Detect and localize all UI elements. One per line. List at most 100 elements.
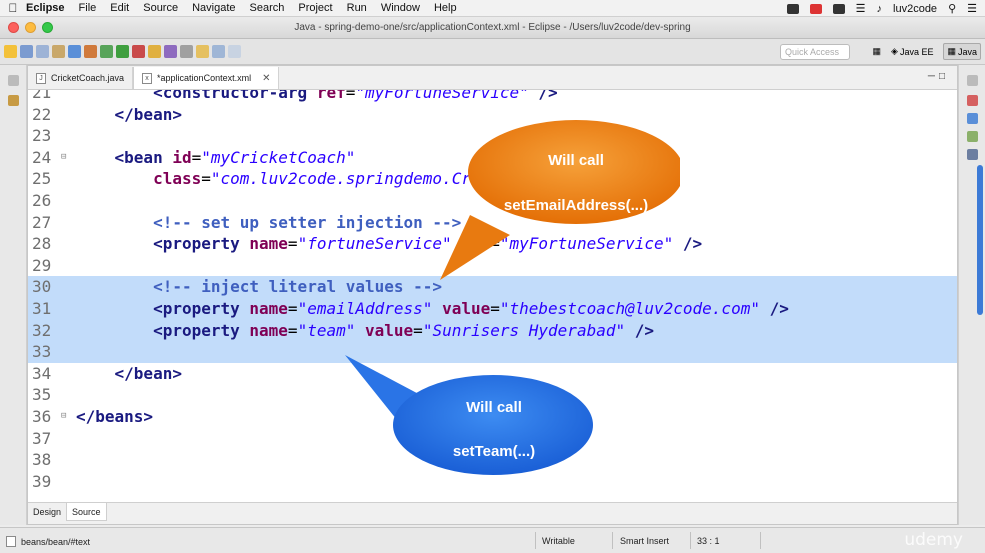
search-toolbar-icon[interactable] <box>180 45 193 58</box>
tray-screen-icon[interactable] <box>832 3 845 14</box>
perspective-java-label: Java <box>957 46 977 57</box>
server-icon[interactable] <box>84 45 97 58</box>
code-text: <property name="team" value="Sunrisers H… <box>76 320 654 342</box>
menu-run[interactable]: Run <box>347 2 367 14</box>
open-perspective-icon[interactable]: ▦ <box>873 46 882 57</box>
debug-icon[interactable] <box>100 45 113 58</box>
print-icon[interactable] <box>52 45 65 58</box>
save-icon[interactable] <box>20 45 33 58</box>
token-tag: /> <box>759 299 789 318</box>
status-divider <box>535 532 536 549</box>
menu-window[interactable]: Window <box>381 2 420 14</box>
tab-design[interactable]: Design <box>28 503 66 521</box>
task-list-icon[interactable] <box>967 95 978 106</box>
run-icon[interactable] <box>116 45 129 58</box>
cursor-position: 33 : 1 <box>697 536 720 546</box>
quick-access-input[interactable]: Quick Access <box>780 44 850 60</box>
blue-callout-line2: setTeam(...) <box>452 443 536 460</box>
search-icon[interactable]: ⚲ <box>948 2 956 15</box>
coverage-icon[interactable] <box>132 45 145 58</box>
perspective-java[interactable]: ▦ Java <box>943 43 981 60</box>
token-attr: ref <box>316 90 346 102</box>
token-tag: /> <box>625 320 655 340</box>
close-tab-icon[interactable]: ✕ <box>262 73 270 84</box>
annotation-icon[interactable] <box>196 45 209 58</box>
line-number: 34 <box>32 363 52 383</box>
forward-icon[interactable] <box>228 45 241 58</box>
editor-view-controls: ─□ <box>928 71 949 82</box>
tab-cricketcoach-java[interactable]: J CricketCoach.java <box>28 67 134 89</box>
package-explorer-icon[interactable] <box>8 95 19 106</box>
perspective-java-ee-label: Java EE <box>899 46 934 57</box>
open-type-icon[interactable] <box>164 45 177 58</box>
token-plain: = <box>345 90 356 102</box>
restore-right-view-icon[interactable] <box>967 75 978 86</box>
line-number: 27 <box>32 212 52 232</box>
restore-view-icon[interactable] <box>8 75 19 86</box>
app-menu[interactable]: Eclipse <box>26 2 65 14</box>
new-java-class-icon[interactable] <box>148 45 161 58</box>
xpath-text: beans/bean/#text <box>21 536 91 547</box>
status-divider <box>690 532 691 549</box>
orange-callout-pointer <box>440 215 510 280</box>
code-line[interactable]: 21 <constructor-arg ref="myFortuneServic… <box>28 90 957 104</box>
console-icon[interactable] <box>967 149 978 160</box>
scrollbar-marker[interactable] <box>977 165 983 315</box>
outline-icon[interactable] <box>967 113 978 124</box>
window-title: Java - spring-demo-one/src/applicationCo… <box>294 22 691 33</box>
menubar-tray: ☰ ♪ luv2code ⚲ ☰ <box>786 0 977 17</box>
menu-navigate[interactable]: Navigate <box>192 2 235 14</box>
token-tag: </bean> <box>114 104 182 124</box>
fold-toggle-icon[interactable]: ⊟ <box>61 147 66 169</box>
code-line[interactable]: 32 <property name="team" value="Sunriser… <box>28 319 957 342</box>
spring-explorer-icon[interactable] <box>967 131 978 142</box>
menu-source[interactable]: Source <box>143 2 178 14</box>
list-icon[interactable]: ☰ <box>967 2 977 15</box>
token-attr: value <box>365 320 414 340</box>
menu-file[interactable]: File <box>79 2 97 14</box>
menu-edit[interactable]: Edit <box>110 2 129 14</box>
main-toolbar: Quick Access ▦ ◈ Java EE ▦ Java <box>0 39 985 65</box>
menu-help[interactable]: Help <box>434 2 457 14</box>
tab-label: *applicationContext.xml <box>157 73 252 83</box>
code-text: <bean id="myCricketCoach" <box>76 147 356 169</box>
minimize-icon[interactable]: ─ <box>928 71 939 82</box>
line-number: 21 <box>32 90 52 102</box>
terminal-icon[interactable] <box>68 45 81 58</box>
save-all-icon[interactable] <box>36 45 49 58</box>
back-icon[interactable] <box>212 45 225 58</box>
tray-app-icon[interactable] <box>786 3 799 14</box>
fold-toggle-icon[interactable]: ⊟ <box>61 406 66 428</box>
maximize-icon[interactable]: □ <box>939 71 949 82</box>
status-divider <box>612 532 613 549</box>
token-tag: <bean <box>114 147 173 167</box>
line-number: 30 <box>32 277 52 297</box>
token-tag: <property <box>153 299 250 318</box>
menu-search[interactable]: Search <box>250 2 285 14</box>
token-val: "Sunrisers Hyderabad" <box>422 320 626 340</box>
new-icon[interactable] <box>4 45 17 58</box>
window-titlebar: Java - spring-demo-one/src/applicationCo… <box>0 17 985 39</box>
tab-source[interactable]: Source <box>66 503 107 521</box>
apple-menu-icon[interactable]:  <box>0 1 26 15</box>
tab-applicationcontext-xml[interactable]: x *applicationContext.xml ✕ <box>133 67 280 89</box>
perspective-java-ee[interactable]: ◈ Java EE <box>887 43 937 60</box>
line-number: 25 <box>32 169 52 189</box>
token-val: "myFortuneService" <box>355 90 529 102</box>
breadcrumb: beans/bean/#text <box>6 536 90 547</box>
token-val: "team" <box>297 320 356 340</box>
menu-project[interactable]: Project <box>298 2 332 14</box>
user-name[interactable]: luv2code <box>893 3 937 15</box>
wifi-icon[interactable]: ☰ <box>856 2 866 15</box>
volume-icon[interactable]: ♪ <box>877 3 883 15</box>
tray-record-icon[interactable] <box>809 3 822 14</box>
udemy-watermark: udemy <box>904 530 963 550</box>
